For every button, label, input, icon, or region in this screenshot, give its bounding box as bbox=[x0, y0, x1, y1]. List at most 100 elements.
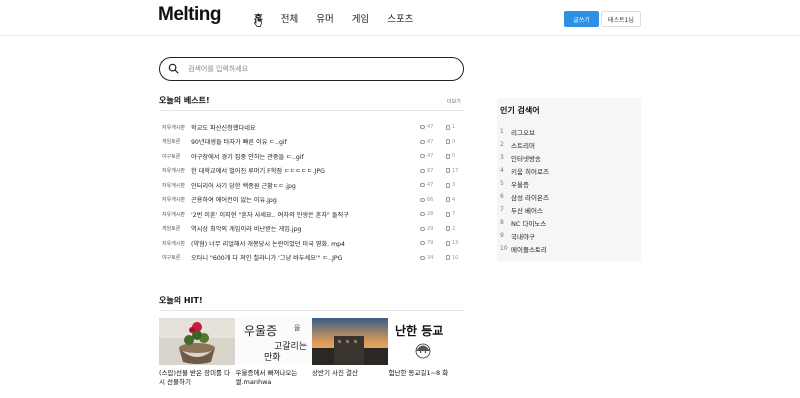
search-input[interactable] bbox=[188, 61, 448, 77]
sunset-thumbnail[interactable] bbox=[312, 318, 388, 365]
post-category: 자유게시판 bbox=[162, 124, 186, 131]
comment-count-value: 47 bbox=[427, 138, 434, 145]
post-title[interactable]: 90년대생들 타자가 빠른 이유 ㄷ..gif bbox=[189, 137, 420, 146]
hit-card-title[interactable]: 험난한 등교길1~8 화 bbox=[389, 369, 463, 378]
hit-card-title[interactable]: (스압)선물 받은 장미를 다시 선물하기 bbox=[159, 369, 233, 387]
nav-game[interactable]: 게임 bbox=[352, 11, 369, 25]
comment-count: 29 bbox=[420, 226, 446, 232]
popular-search-item[interactable]: 6 삼성 라이온즈 bbox=[500, 190, 549, 203]
search-keyword[interactable]: 키움 히어로즈 bbox=[511, 166, 549, 176]
popular-search-list: 1 리그오브 2 스트리머 3 인터넷방송 4 키움 히어로즈 5 우울증 6 삼성 라이온즈 7 두산 … bbox=[500, 125, 549, 255]
popular-search-item[interactable]: 5 우울증 bbox=[500, 177, 549, 190]
search-keyword[interactable]: NC 다이노스 bbox=[511, 218, 546, 228]
comment-count-value: 47 bbox=[427, 124, 434, 131]
post-category: 자유게시판 bbox=[162, 197, 186, 204]
search-keyword[interactable]: 국내야구 bbox=[511, 231, 535, 241]
search-keyword[interactable]: 스트리머 bbox=[511, 140, 535, 150]
best-post-row[interactable]: 게임토론 90년대생들 타자가 빠른 이유 ㄷ..gif 47 0 bbox=[159, 135, 464, 150]
popular-search-item[interactable]: 3 인터넷방송 bbox=[500, 151, 549, 164]
best-post-row[interactable]: 자유게시판 학교도 파산신청했다네요 47 1 bbox=[159, 120, 464, 135]
post-title[interactable]: (약혐) 너무 리얼해서 개봉당시 논란이었던 미국 영화. mp4 bbox=[189, 239, 420, 248]
search-rank: 2 bbox=[500, 141, 504, 148]
comic-thumbnail[interactable]: 난한 등교 bbox=[388, 318, 465, 365]
user-menu-button[interactable]: 테스트1님 bbox=[601, 11, 641, 27]
search-rank: 5 bbox=[500, 180, 504, 187]
like-count-value: 0 bbox=[452, 138, 456, 145]
like-count-value: 1 bbox=[452, 124, 456, 131]
search-rank: 6 bbox=[500, 193, 504, 200]
hit-card[interactable]: (스압)선물 받은 장미를 다시 선물하기 bbox=[159, 318, 236, 387]
popular-search-item[interactable]: 8 NC 다이노스 bbox=[500, 216, 549, 229]
nav-humor[interactable]: 유머 bbox=[316, 11, 333, 25]
search-keyword[interactable]: 삼성 라이온즈 bbox=[511, 192, 549, 202]
search-rank: 7 bbox=[500, 206, 504, 213]
search-icon[interactable] bbox=[168, 63, 179, 74]
search-keyword[interactable]: 우울증 bbox=[511, 179, 529, 189]
top-header: Melting 홈 전체 유머 게임 스포츠 글쓰기 테스트1님 bbox=[0, 0, 800, 36]
write-button[interactable]: 글쓰기 bbox=[564, 11, 599, 27]
like-count-value: 10 bbox=[452, 254, 459, 261]
hit-card[interactable]: 상반기 사진 결산 bbox=[312, 318, 389, 387]
hit-card-title[interactable]: 상반기 사진 결산 bbox=[312, 369, 386, 378]
best-post-row[interactable]: 야구토론 야구장에서 경기 집중 안하는 관중들 ㄷ..gif 47 0 bbox=[159, 149, 464, 164]
search-keyword[interactable]: 인터넷방송 bbox=[511, 153, 541, 163]
popular-search-item[interactable]: 2 스트리머 bbox=[500, 138, 549, 151]
manhwa-thumbnail[interactable]: 우울증 고갈리는 만화 을 bbox=[235, 318, 312, 365]
search-keyword[interactable]: 두산 베어스 bbox=[511, 205, 543, 215]
hit-card[interactable]: 우울증 고갈리는 만화 을 우울증에서 빠져나오는 썰.manhwa bbox=[235, 318, 313, 387]
popular-search-item[interactable]: 1 리그오브 bbox=[500, 125, 549, 138]
thumbs-up-icon bbox=[446, 240, 450, 246]
best-post-row[interactable]: 자유게시판 인터리어 사기 당한 백종원 근황ㄷㄷ.jpg 47 3 bbox=[159, 178, 464, 193]
svg-text:난한 등교: 난한 등교 bbox=[395, 323, 443, 338]
post-title[interactable]: 야구장에서 경기 집중 안하는 관중들 ㄷ..gif bbox=[189, 152, 420, 161]
best-post-row[interactable]: 자유게시판 곤용하여 에어컨이 없는 이유.jpg 66 4 bbox=[159, 193, 464, 208]
like-count: 1 bbox=[446, 124, 464, 130]
svg-text:만화: 만화 bbox=[264, 352, 281, 363]
comment-icon bbox=[420, 255, 425, 260]
post-title[interactable]: 역시상 최악의 게임이라 비난받는 게임.jpg bbox=[189, 224, 420, 233]
best-post-row[interactable]: 게임토론 역시상 최악의 게임이라 비난받는 게임.jpg 29 2 bbox=[159, 222, 464, 237]
search-keyword[interactable]: 리그오브 bbox=[511, 127, 535, 137]
post-title[interactable]: 인터리어 사기 당한 백종원 근황ㄷㄷ.jpg bbox=[189, 181, 420, 190]
hit-card-title[interactable]: 우울증에서 빠져나오는 썰.manhwa bbox=[236, 369, 310, 387]
post-category: 자유게시판 bbox=[162, 168, 186, 175]
post-title[interactable]: 학교도 파산신청했다네요 bbox=[189, 123, 420, 132]
hand-cursor-icon bbox=[254, 17, 262, 27]
rose-thumbnail[interactable] bbox=[159, 318, 235, 365]
popular-search-item[interactable]: 7 두산 베어스 bbox=[500, 203, 549, 216]
post-title[interactable]: 곤용하여 에어컨이 없는 이유.jpg bbox=[189, 195, 420, 204]
best-post-row[interactable]: 야구토론 오타니 "600개 다 쳐인 칠라니가 '그냥 바두세요'" ㄷ..JP… bbox=[159, 251, 464, 266]
thumbs-up-icon bbox=[446, 211, 450, 217]
comment-icon bbox=[420, 125, 425, 130]
comment-icon bbox=[420, 168, 425, 173]
best-post-row[interactable]: 자유게시판 '2번 이혼' 이지현 "혼자 사세요.. 여자의 인생은 혼자" 돌… bbox=[159, 207, 464, 222]
post-title[interactable]: 오타니 "600개 다 쳐인 칠라니가 '그냥 바두세요'" ㄷ..JPG bbox=[189, 253, 420, 262]
like-count: 3 bbox=[446, 182, 464, 188]
hit-cards: (스압)선물 받은 장미를 다시 선물하기 우울증 고갈리는 만화 을 우울증에… bbox=[159, 318, 465, 387]
thumbs-up-icon bbox=[446, 182, 450, 188]
popular-search-item[interactable]: 9 국내야구 bbox=[500, 229, 549, 242]
search-rank: 4 bbox=[500, 167, 504, 174]
best-post-row[interactable]: 자유게시판 한 대학교에서 벌어진 루머기 F학점 ㄷㄷㄷㄷㄷ.JPG 87 17 bbox=[159, 164, 464, 179]
popular-search-item[interactable]: 10 메이플스토리 bbox=[500, 242, 549, 255]
post-category: 야구토론 bbox=[162, 255, 181, 262]
comment-icon bbox=[420, 154, 425, 159]
post-title[interactable]: '2번 이혼' 이지현 "혼자 사세요.. 여자의 인생은 혼자" 돌직구 bbox=[189, 210, 420, 219]
comment-icon bbox=[420, 241, 425, 246]
search-keyword[interactable]: 메이플스토리 bbox=[511, 244, 547, 254]
hit-card[interactable]: 난한 등교 험난한 등교길1~8 화 bbox=[388, 318, 466, 387]
like-count-value: 17 bbox=[452, 167, 459, 174]
site-logo[interactable]: Melting bbox=[158, 4, 222, 26]
comment-count: 47 bbox=[420, 182, 446, 188]
popular-search-item[interactable]: 4 키움 히어로즈 bbox=[500, 164, 549, 177]
best-more-link[interactable]: 더보기 bbox=[447, 98, 461, 105]
nav-sports[interactable]: 스포츠 bbox=[387, 11, 413, 25]
comment-icon bbox=[420, 197, 425, 202]
comment-count: 47 bbox=[420, 124, 446, 130]
best-post-row[interactable]: 자유게시판 (약혐) 너무 리얼해서 개봉당시 논란이었던 미국 영화. mp4 7… bbox=[159, 236, 464, 251]
popular-search-title: 인기 검색어 bbox=[500, 106, 540, 115]
nav-all[interactable]: 전체 bbox=[281, 11, 298, 25]
post-category: 자유게시판 bbox=[162, 240, 186, 247]
hit-section-title: 오늘의 HIT! bbox=[159, 296, 203, 305]
post-title[interactable]: 한 대학교에서 벌어진 루머기 F학점 ㄷㄷㄷㄷㄷ.JPG bbox=[189, 166, 420, 175]
